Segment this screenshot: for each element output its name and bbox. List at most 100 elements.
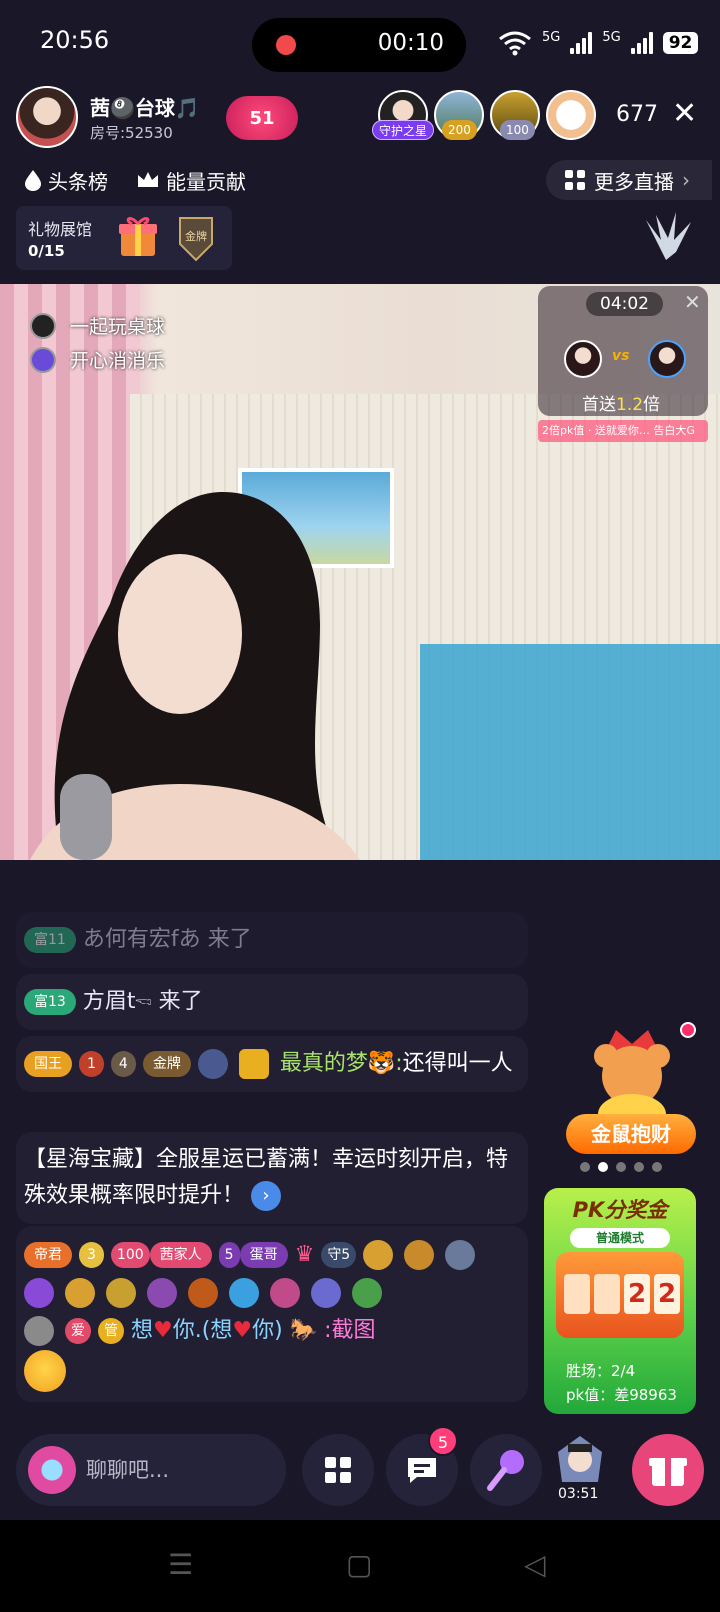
medal-icon-6 <box>147 1278 177 1308</box>
viewer-avatar-4[interactable] <box>546 90 596 140</box>
streamer-figure <box>30 491 360 860</box>
microphone-icon <box>487 1450 524 1491</box>
golden-mouse-label[interactable]: 金鼠抱财 <box>566 1114 696 1154</box>
droplet-icon <box>25 170 41 191</box>
rank-badge: 3 <box>79 1242 104 1268</box>
more-live-button[interactable]: 更多直播 › <box>546 160 712 200</box>
pk-timer: 04:02 <box>586 292 663 316</box>
blue-panel <box>420 644 720 860</box>
chat-message[interactable]: 帝君 3 100 茜家人 5 蛋哥 ♛ 守5 爱 管 想♥你.(想♥你) 🐎 :截图 <box>16 1226 528 1402</box>
wealth-level-badge: 富13 <box>24 989 76 1015</box>
rank-badge: 1 <box>79 1051 104 1077</box>
network-label-1: 5G <box>542 29 561 45</box>
medal-icon-5 <box>106 1278 136 1308</box>
grid-icon <box>325 1457 351 1483</box>
pk-prize-title: PK分奖金 <box>572 1198 668 1222</box>
guard-name-badge: 蛋哥 <box>239 1242 288 1268</box>
signal-icon-2 <box>630 32 653 54</box>
guard-avatar-icon[interactable] <box>552 1432 608 1488</box>
planet-icon <box>30 346 56 373</box>
battery-icon: 92 <box>662 32 699 54</box>
guard-level-badge: 5 <box>218 1242 240 1268</box>
gift-icon <box>649 1458 687 1486</box>
medal-icon-2 <box>445 1240 476 1270</box>
gold-medal-text: 金牌 <box>185 229 207 243</box>
pk-first-gift: 首送1.2倍 <box>582 395 661 415</box>
medal-icon-3 <box>24 1278 54 1308</box>
message-count-badge: 5 <box>428 1426 458 1456</box>
energy-contribution-button[interactable]: 能量贡献 <box>128 160 254 200</box>
system-announcement[interactable]: 【星海宝藏】全服星运已蓄满！幸运时刻开启，特殊效果概率限时提升！ › <box>16 1132 528 1224</box>
gift-hall[interactable]: 礼物展馆 0/15 金牌 <box>16 206 232 270</box>
pk-vs-label: vs <box>612 348 630 364</box>
mic-button[interactable] <box>470 1434 542 1506</box>
heart-icon: ♥ <box>153 1318 173 1343</box>
viewer-badge-3: 100 <box>500 120 535 140</box>
medal-icon-7 <box>188 1278 218 1308</box>
chat-text: 还得叫一人 <box>402 1051 513 1076</box>
carousel-dots <box>580 1162 662 1172</box>
gift-box-icon <box>119 217 157 256</box>
medal-icon-10 <box>311 1278 341 1308</box>
more-apps-button[interactable] <box>302 1434 374 1506</box>
chat-user[interactable]: 最真的梦🐯 <box>280 1051 395 1076</box>
pk-digit-4: 2 <box>654 1274 680 1314</box>
chat-text: 方眉t🖘 来了 <box>82 989 203 1014</box>
love-badge: 爱 <box>65 1318 91 1344</box>
pk-prize-mode: 普通模式 <box>570 1228 670 1248</box>
status-bar: 20:56 00:10 5G 5G 92 <box>0 0 720 88</box>
chat-message[interactable]: 国王 1 4 金牌 最真的梦🐯:还得叫一人 <box>16 1036 528 1092</box>
home-icon[interactable]: ▢ <box>346 1548 372 1581</box>
user-card-icon <box>238 1049 269 1079</box>
chat-text: 截图 <box>331 1318 376 1343</box>
host-avatar[interactable] <box>16 86 78 148</box>
pk-avatar-right[interactable] <box>648 340 686 378</box>
fan-level-badge: 4 <box>110 1051 136 1077</box>
viewer-badge-1: 守护之星 <box>372 120 435 140</box>
arrow-right-icon[interactable]: › <box>251 1181 282 1211</box>
network-label-2: 5G <box>602 29 621 45</box>
close-icon[interactable]: ✕ <box>672 96 697 131</box>
chat-message[interactable]: 富11 あ何有宏fあ 来了 <box>16 912 528 968</box>
video-tag-match3-label: 开心消消乐 <box>70 350 166 372</box>
chevron-right-icon: › <box>682 168 690 192</box>
viewer-count[interactable]: 677 <box>616 102 658 127</box>
pk-rounds: 胜场：2/4 <box>566 1362 636 1380</box>
pk-ticker: 2倍pk值 · 送就爱你… 告白大G <box>538 420 708 442</box>
medal-icon-12 <box>24 1316 54 1346</box>
back-icon[interactable]: ◁ <box>524 1548 546 1581</box>
nine-tail-fox-icon[interactable] <box>636 210 696 270</box>
menu-icon[interactable]: ☰ <box>168 1548 193 1581</box>
medal-icon-4 <box>65 1278 95 1308</box>
headline-rank-button[interactable]: 头条榜 <box>16 160 116 200</box>
crown-icon <box>138 172 158 187</box>
pk-prize-card[interactable]: PK分奖金 普通模式 2 2 胜场：2/4 pk值：差98963 <box>544 1188 696 1414</box>
like-count: 51 <box>249 107 275 129</box>
heart-icon: ♥ <box>232 1318 253 1343</box>
screen-record-pill[interactable]: 00:10 <box>252 18 466 72</box>
gold-medal-badge: 金牌 <box>142 1051 191 1077</box>
like-heart-button[interactable]: 51 <box>226 96 298 140</box>
gift-button[interactable] <box>632 1434 704 1506</box>
close-icon[interactable]: ✕ <box>684 290 701 314</box>
fan-level-badge: 100 <box>110 1242 150 1268</box>
medal-icon-1 <box>404 1240 435 1270</box>
chat-user[interactable]: 想♥你.(想♥你) <box>131 1318 283 1343</box>
chat-bubble-icon <box>408 1458 436 1483</box>
clock: 20:56 <box>40 26 110 54</box>
headline-rank-label: 头条榜 <box>48 169 108 194</box>
pk-value: pk值：差98963 <box>566 1386 677 1404</box>
pk-avatar-left[interactable] <box>564 340 602 378</box>
pk-digit-1 <box>564 1274 590 1314</box>
compass-icon <box>197 1049 228 1079</box>
video-tag-billiards[interactable]: 一起玩桌球 <box>30 312 165 339</box>
chat-input[interactable]: 聊聊吧... <box>16 1434 286 1506</box>
billiard-ball-icon <box>30 312 56 339</box>
medal-icon-11 <box>352 1278 382 1308</box>
host-name: 茜🎱台球🎵 <box>90 96 200 120</box>
pk-card[interactable]: 04:02 ✕ vs 首送1.2倍 <box>538 286 708 416</box>
video-tag-match3[interactable]: 开心消消乐 <box>30 346 165 373</box>
fan-club-badge: 茜家人 <box>149 1242 212 1268</box>
viewer-badge-2: 200 <box>442 120 477 140</box>
chat-message[interactable]: 富13 方眉t🖘 来了 <box>16 974 528 1030</box>
